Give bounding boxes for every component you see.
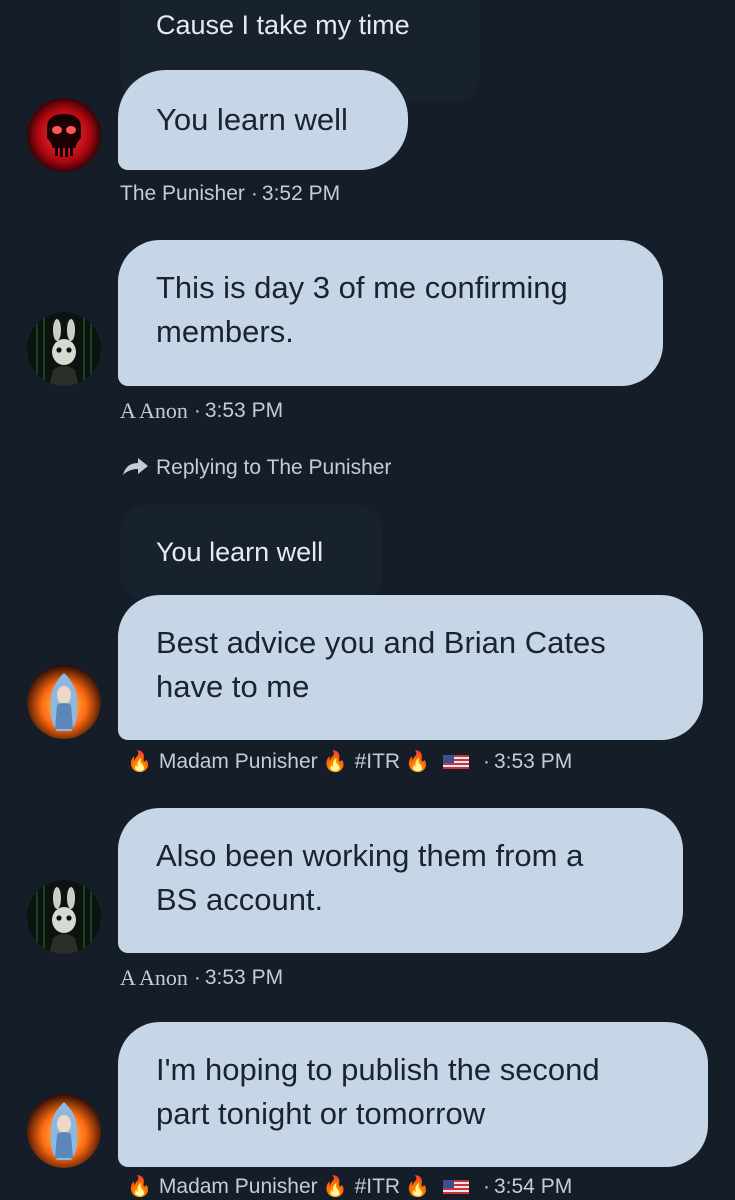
message-bubble[interactable]: Best advice you and Brian Cates have to …	[118, 595, 703, 740]
message-text-line: BS account.	[156, 882, 324, 917]
us-flag-icon	[442, 755, 469, 769]
quoted-message-text: You learn well	[156, 537, 324, 567]
author-name[interactable]: Madam Punisher	[159, 1175, 318, 1199]
message-meta: A Anon · 3:53 PM	[120, 398, 283, 424]
message-meta: 🔥 Madam Punisher 🔥 #ITR 🔥 · 3:54 PM	[122, 1175, 572, 1199]
fire-emoji: 🔥	[322, 1176, 348, 1198]
us-flag-icon	[442, 1180, 469, 1194]
timestamp: 3:54 PM	[493, 1175, 573, 1198]
author-name[interactable]: The Punisher	[120, 182, 245, 206]
author-name[interactable]: A Anon	[120, 398, 188, 424]
avatar-a-anon[interactable]	[27, 312, 101, 386]
message-text-line: members.	[156, 314, 294, 349]
message-text: You learn well	[156, 102, 348, 137]
separator-dot: ·	[482, 750, 490, 773]
quoted-message: You learn well	[120, 505, 382, 601]
reply-arrow-icon	[123, 458, 148, 475]
timestamp: 3:52 PM	[261, 182, 341, 205]
fire-emoji: 🔥	[405, 751, 430, 773]
timestamp: 3:53 PM	[493, 750, 573, 773]
message-meta: The Punisher · 3:52 PM	[120, 182, 340, 206]
quoted-message-text: Cause I take my time	[156, 10, 410, 40]
author-name[interactable]: Madam Punisher	[159, 750, 318, 774]
rabbit-mask-icon	[27, 312, 101, 386]
timestamp: 3:53 PM	[204, 399, 284, 422]
separator-dot: ·	[250, 182, 258, 205]
fire-woman-icon	[27, 665, 101, 739]
message-text-line: have to me	[156, 669, 310, 704]
avatar-a-anon[interactable]	[27, 880, 101, 954]
message-text-line: This is day 3 of me confirming	[156, 270, 568, 305]
author-tag: #ITR	[354, 750, 401, 773]
message-bubble[interactable]: You learn well	[118, 70, 408, 170]
fire-woman-icon	[27, 1094, 101, 1168]
message-text-line: I'm hoping to publish the second	[156, 1052, 600, 1087]
message-text-line: part tonight or tomorrow	[156, 1096, 486, 1131]
separator-dot: ·	[482, 1175, 490, 1198]
fire-emoji: 🔥	[127, 751, 152, 773]
rabbit-mask-icon	[27, 880, 101, 954]
separator-dot: ·	[193, 966, 201, 989]
fire-emoji: 🔥	[127, 1176, 152, 1198]
message-bubble[interactable]: I'm hoping to publish the second part to…	[118, 1022, 708, 1167]
fire-emoji: 🔥	[322, 751, 348, 773]
message-bubble[interactable]: Also been working them from a BS account…	[118, 808, 683, 953]
replying-to[interactable]: Replying to The Punisher	[120, 455, 391, 481]
message-text-line: Also been working them from a	[156, 838, 584, 873]
message-bubble[interactable]: This is day 3 of me confirming members.	[118, 240, 663, 386]
author-tag: #ITR	[354, 1175, 401, 1198]
message-text-line: Best advice you and Brian Cates	[156, 625, 606, 660]
skull-icon	[27, 98, 101, 172]
message-meta: A Anon · 3:53 PM	[120, 965, 283, 991]
timestamp: 3:53 PM	[204, 966, 284, 989]
replying-to-label: Replying to The Punisher	[156, 456, 392, 479]
message-meta: 🔥 Madam Punisher 🔥 #ITR 🔥 · 3:53 PM	[122, 750, 572, 774]
fire-emoji: 🔥	[405, 1176, 430, 1198]
avatar-madam-punisher[interactable]	[27, 1094, 101, 1168]
separator-dot: ·	[193, 399, 201, 422]
avatar-madam-punisher[interactable]	[27, 665, 101, 739]
author-name[interactable]: A Anon	[120, 965, 188, 991]
avatar-the-punisher[interactable]	[27, 98, 101, 172]
